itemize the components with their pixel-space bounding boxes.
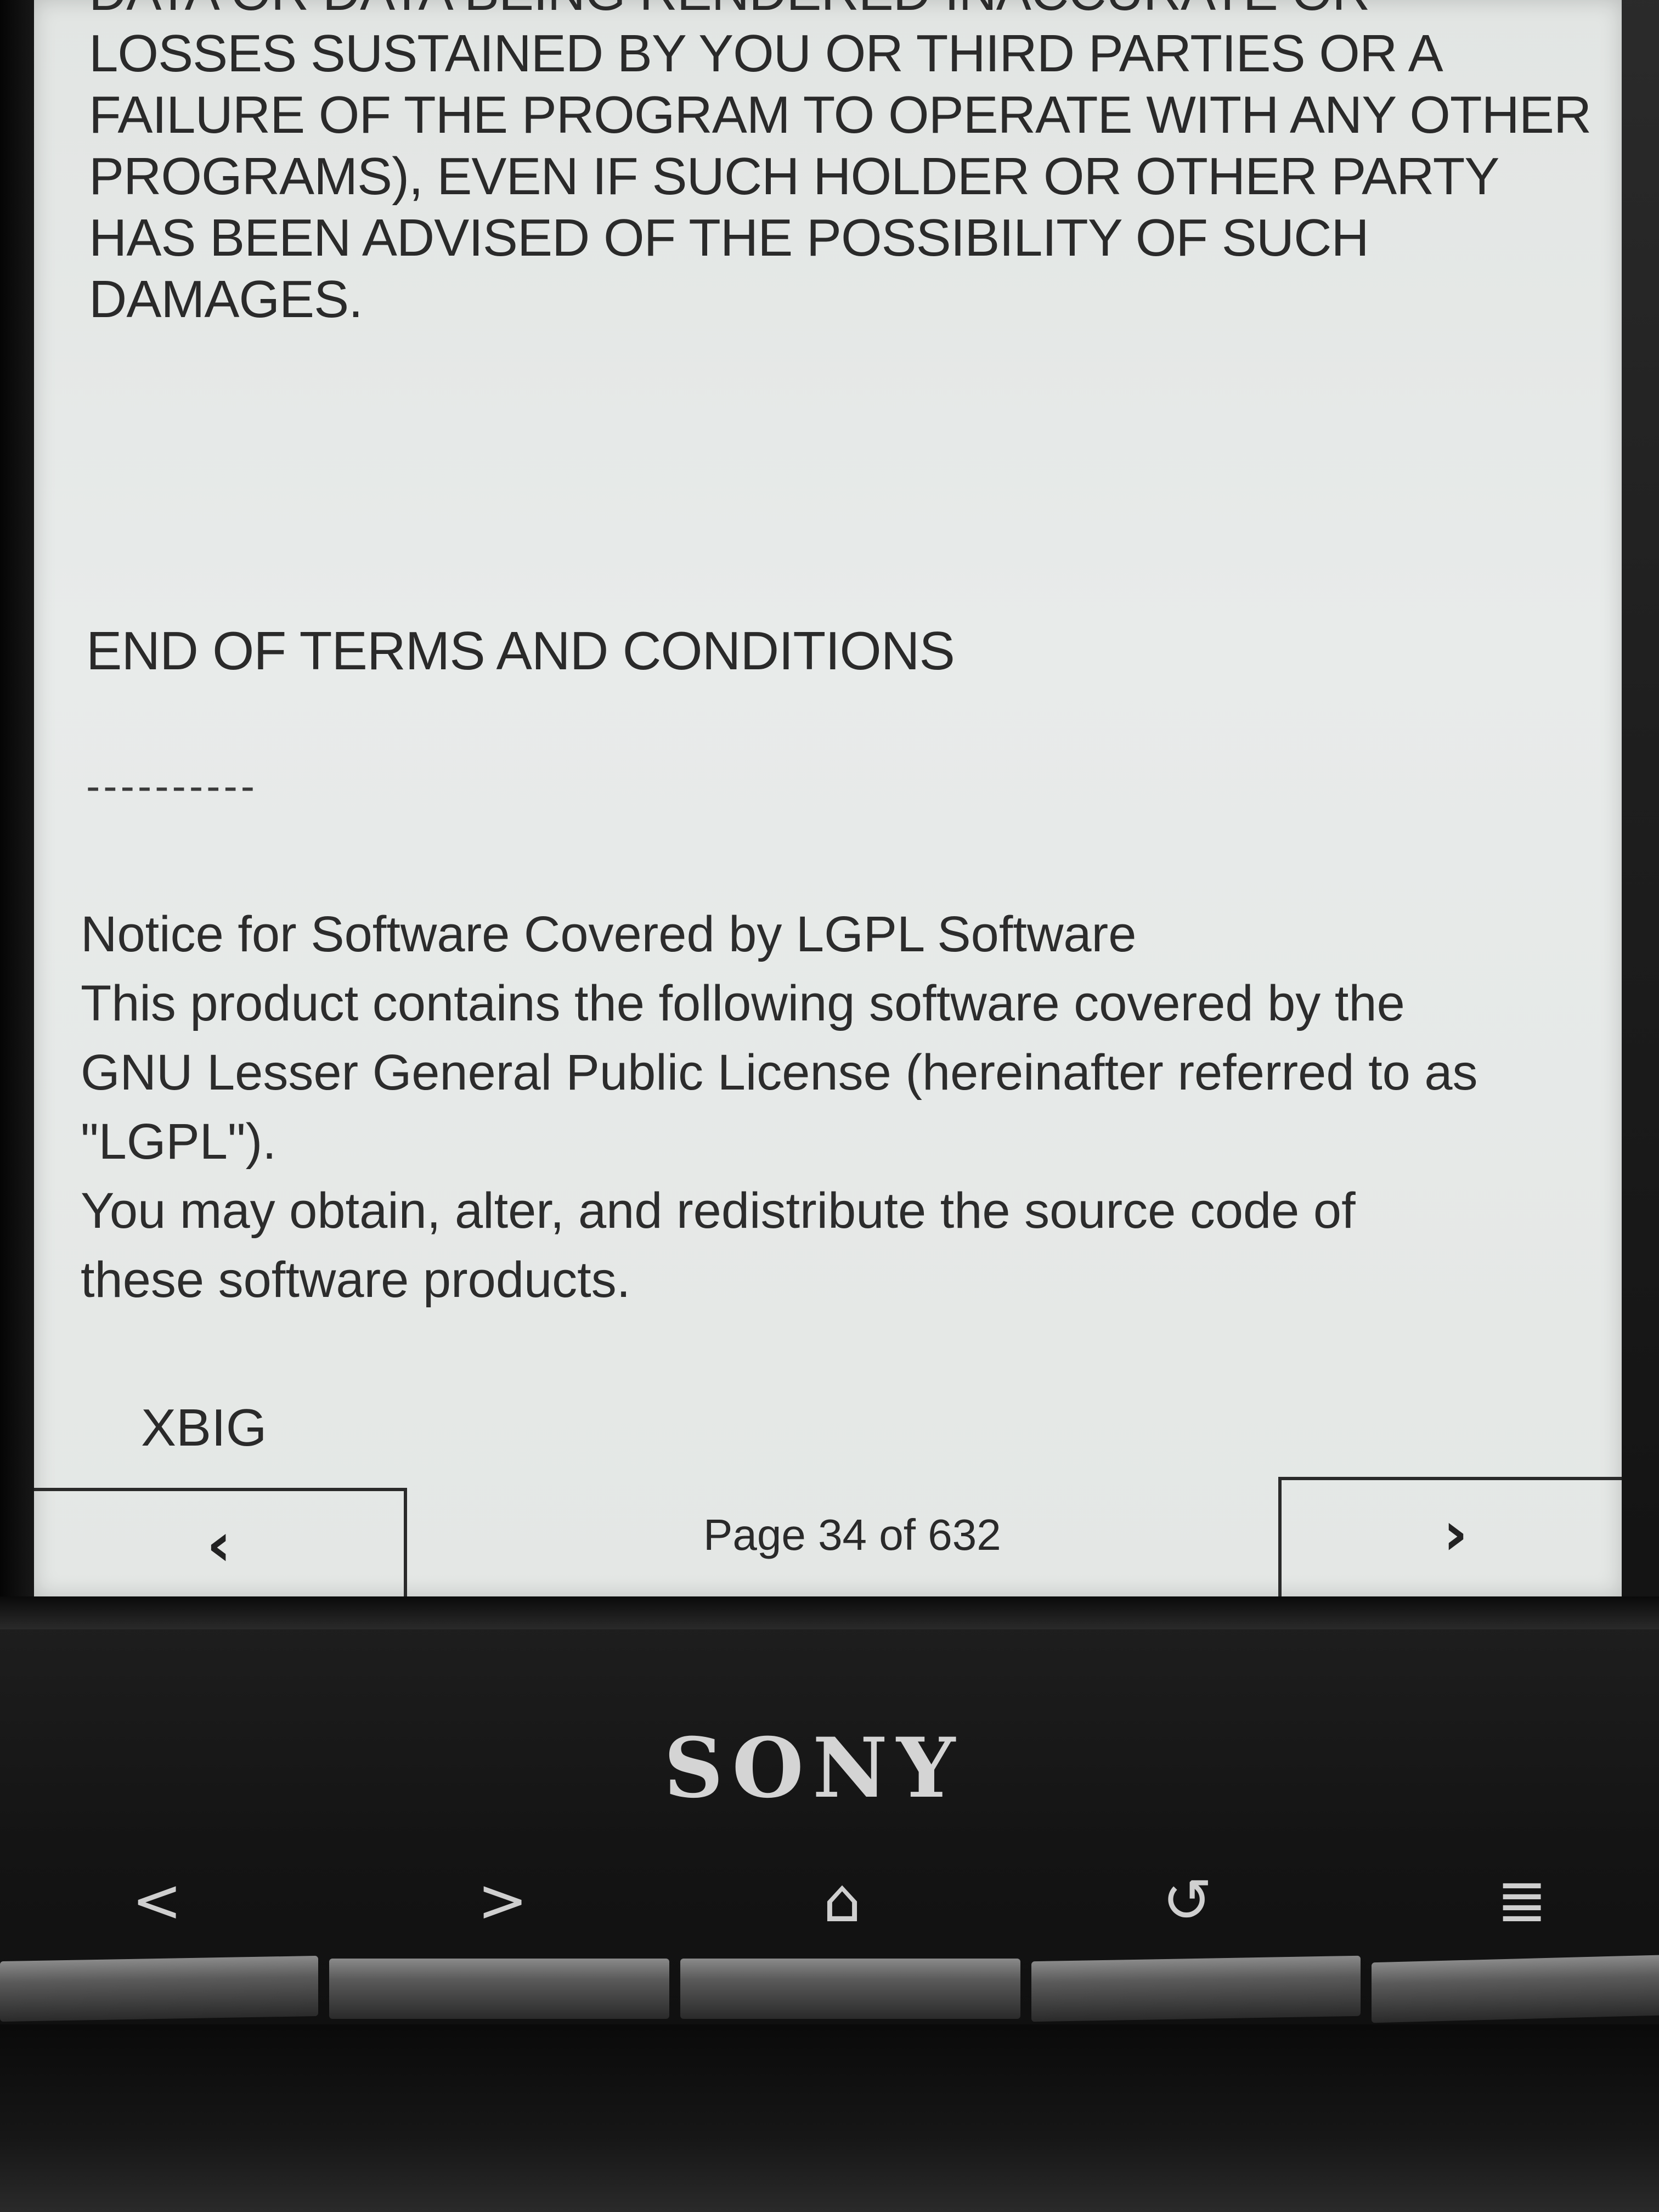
page-indicator: Page 34 of 632 [703,1510,1001,1559]
legal-line: DAMAGES. [89,270,363,329]
chevron-right-icon: › [1443,1498,1468,1568]
section-divider: ---------- [86,763,258,810]
legal-line: DATA OR DATA BEING RENDERED INACCURATE O… [89,0,1603,23]
hardware-key-return[interactable] [1031,1955,1361,2022]
hardware-key-forward[interactable] [329,1959,669,2019]
notice-line: You may obtain, alter, and redistribute … [81,1183,1356,1239]
hardware-key-back[interactable] [0,1955,318,2022]
forward-arrow-icon[interactable]: > [477,1865,528,1936]
screen-lip [0,1596,1659,1629]
legal-line: LOSSES SUSTAINED BY YOU OR THIRD PARTIES… [89,24,1443,83]
software-item: XBIG [141,1398,267,1457]
home-icon[interactable]: ⌂ [823,1865,861,1936]
sony-logo: SONY [664,1720,964,1816]
previous-page-button[interactable]: ‹ [34,1488,407,1596]
photo-background: DATA OR DATA BEING RENDERED INACCURATE O… [0,0,1659,2212]
back-arrow-icon[interactable]: < [132,1865,182,1936]
notice-line: these software products. [81,1252,631,1308]
legal-text-block: DATA OR DATA BEING RENDERED INACCURATE O… [89,0,1603,330]
device-bottom [0,2024,1659,2212]
notice-line: This product contains the following soft… [81,975,1405,1031]
lgpl-notice: Notice for Software Covered by LGPL Soft… [81,900,1606,1314]
legal-line: HAS BEEN ADVISED OF THE POSSIBILITY OF S… [89,208,1369,267]
hardware-key-menu[interactable] [1372,1954,1659,2023]
legal-line: PROGRAMS), EVEN IF SUCH HOLDER OR OTHER … [89,147,1499,206]
menu-icon[interactable]: ≣ [1497,1865,1547,1936]
hardware-key-home[interactable] [680,1959,1020,2019]
eink-screen: DATA OR DATA BEING RENDERED INACCURATE O… [34,0,1622,1596]
legal-line: FAILURE OF THE PROGRAM TO OPERATE WITH A… [89,86,1592,144]
device-left-edge [0,0,38,1646]
notice-line: Notice for Software Covered by LGPL Soft… [81,906,1137,962]
notice-line: "LGPL"). [81,1114,276,1170]
chevron-left-icon: ‹ [206,1509,232,1579]
return-icon[interactable]: ↺ [1162,1865,1212,1936]
next-page-button[interactable]: › [1278,1477,1622,1596]
end-of-terms-heading: END OF TERMS AND CONDITIONS [86,620,955,681]
notice-line: GNU Lesser General Public License (herei… [81,1045,1478,1101]
